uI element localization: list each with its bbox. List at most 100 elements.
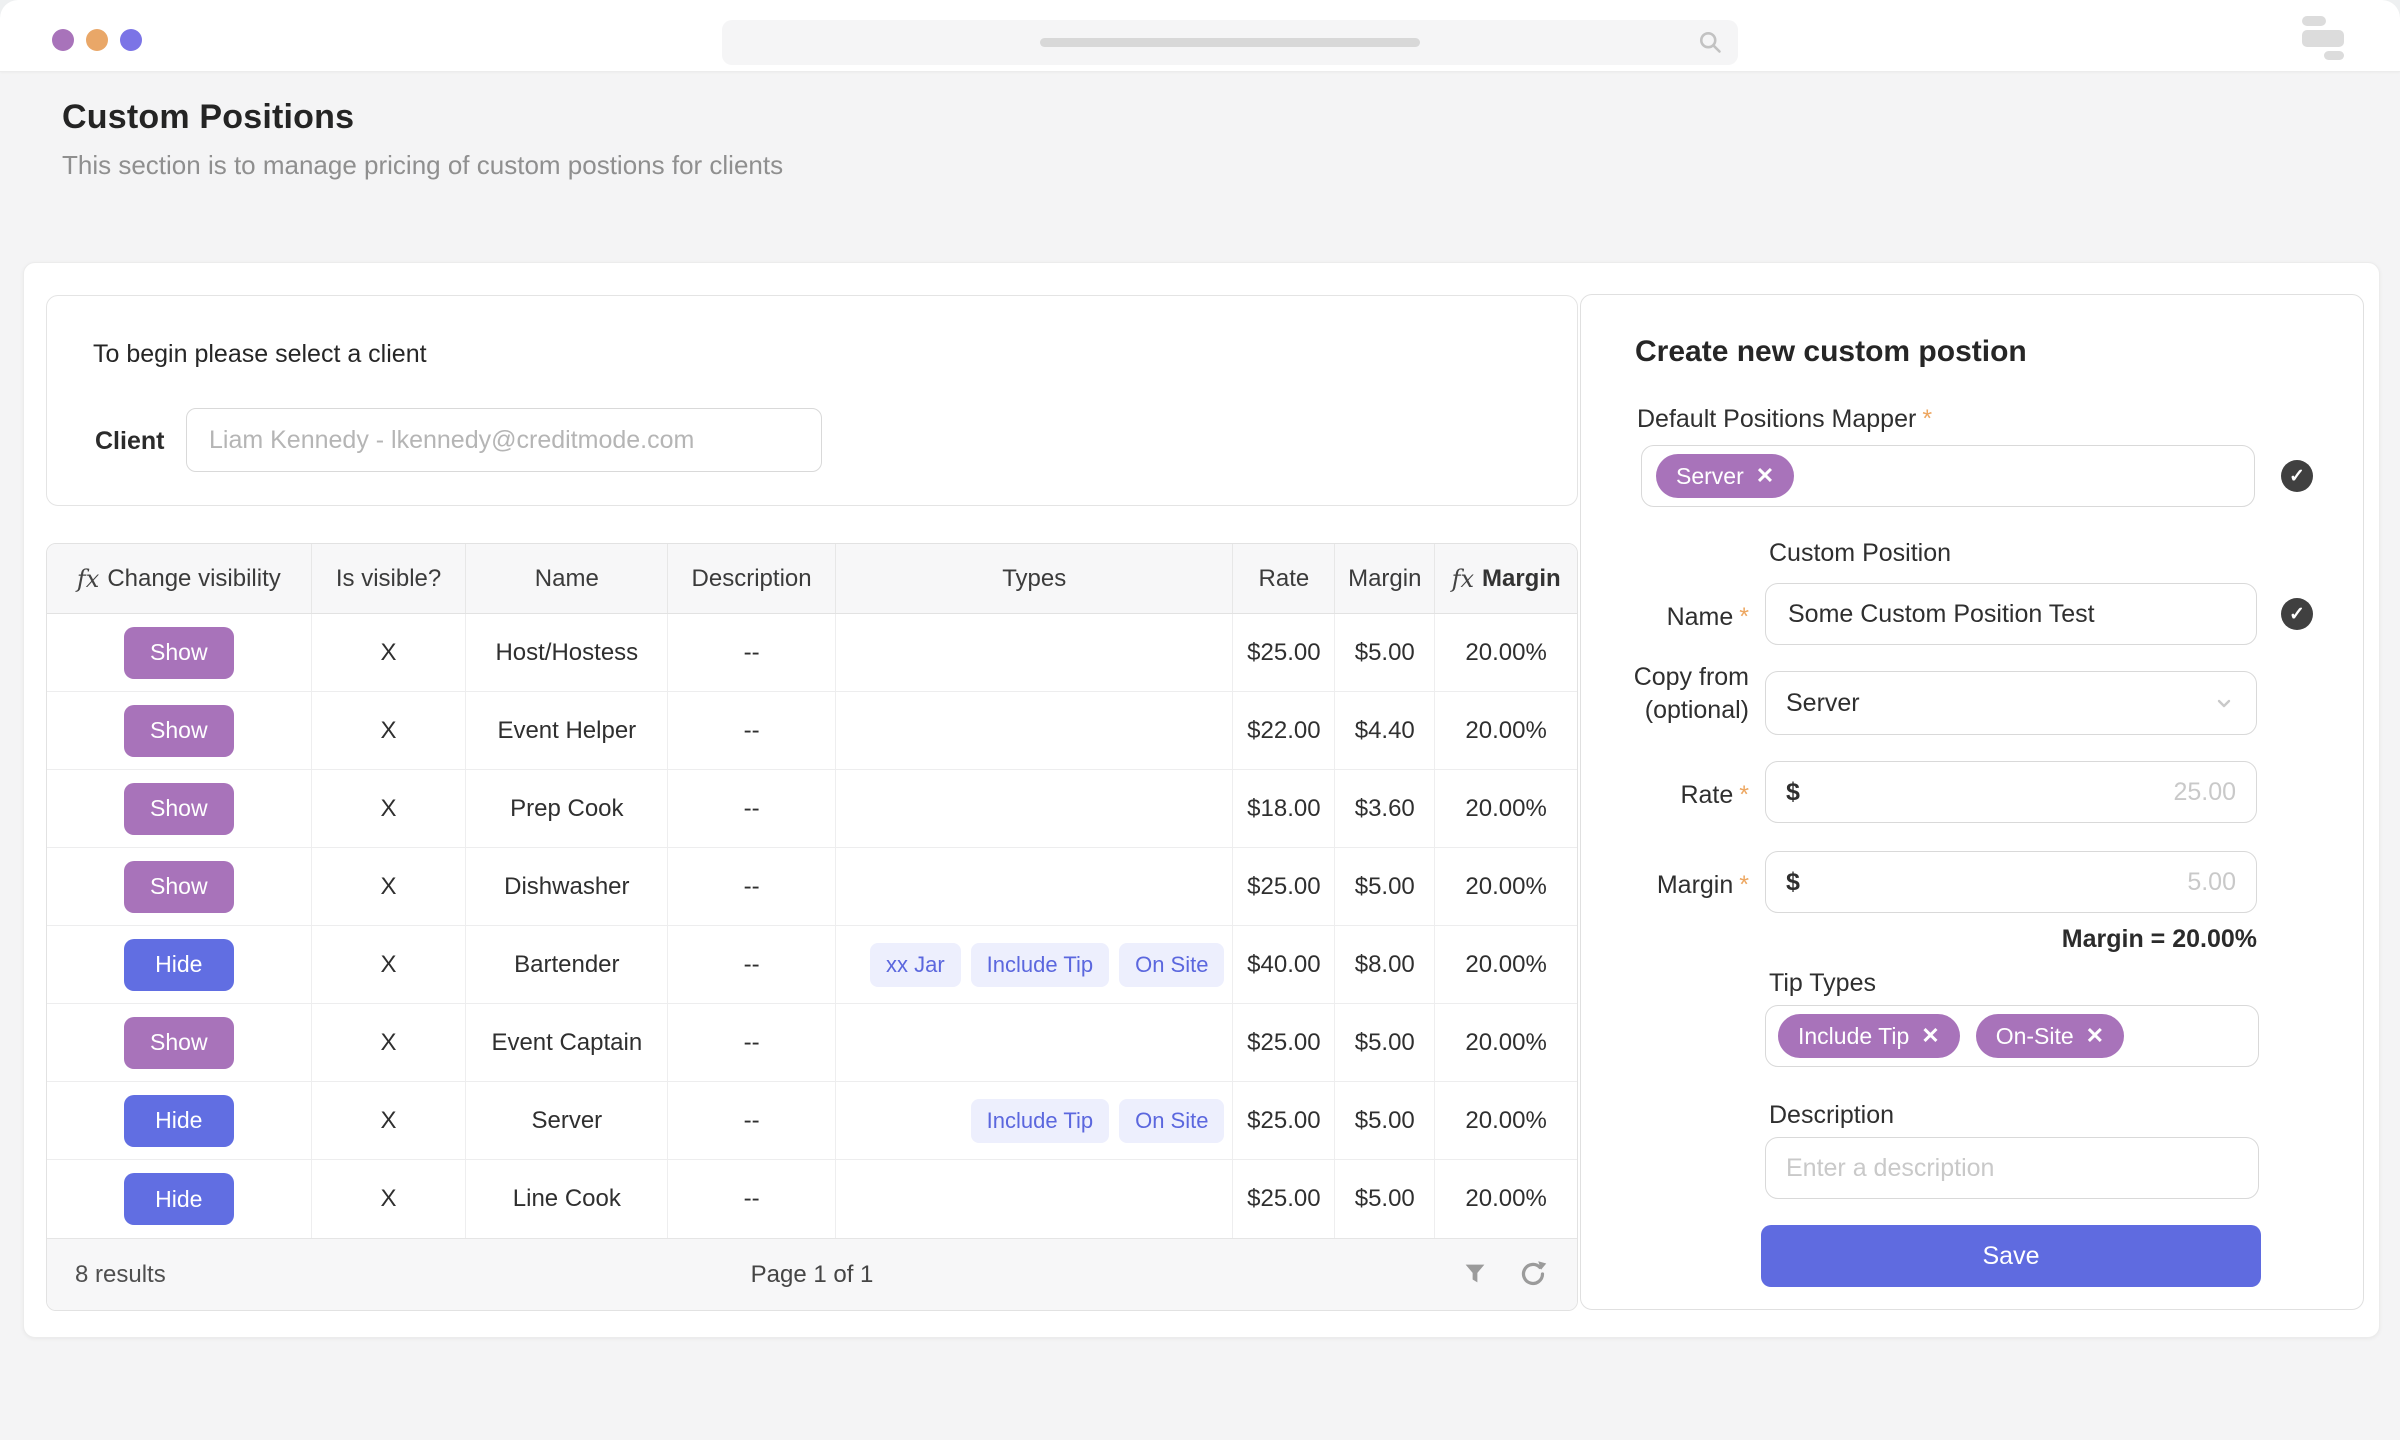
- currency-prefix: $: [1786, 868, 1800, 897]
- margin-summary: Margin = 20.00%: [1765, 925, 2257, 954]
- client-select-input[interactable]: [186, 408, 822, 472]
- types-cell: xx JarInclude TipOn Site: [836, 926, 1233, 1003]
- margin-field[interactable]: [1812, 868, 2236, 897]
- position-description: --: [668, 1160, 836, 1238]
- visibility-toggle-button[interactable]: Show: [124, 861, 234, 913]
- table-row: Hide X Line Cook -- $25.00 $5.00 20.00%: [47, 1160, 1577, 1238]
- visibility-toggle-button[interactable]: Show: [124, 783, 234, 835]
- visible-flag: X: [312, 848, 467, 925]
- valid-check-icon: ✓: [2281, 598, 2313, 630]
- page-title: Custom Positions: [62, 98, 783, 137]
- visibility-toggle-button[interactable]: Hide: [124, 1173, 234, 1225]
- main-card: To begin please select a client Client f…: [23, 262, 2380, 1338]
- name-field-shell: [1765, 583, 2257, 645]
- rate-value: $25.00: [1233, 848, 1335, 925]
- name-field[interactable]: [1788, 600, 2234, 629]
- valid-check-icon: ✓: [2281, 460, 2313, 492]
- window-dot-icon[interactable]: [52, 29, 74, 51]
- save-button[interactable]: Save: [1761, 1225, 2261, 1287]
- description-label: Description: [1769, 1101, 1894, 1130]
- window-dot-icon[interactable]: [120, 29, 142, 51]
- description-field[interactable]: [1786, 1154, 2238, 1183]
- tip-types-box[interactable]: Include Tip✕On-Site✕: [1765, 1005, 2259, 1067]
- pill-label: Include Tip: [1798, 1023, 1909, 1050]
- table-row: Show X Event Helper -- $22.00 $4.40 20.0…: [47, 692, 1577, 770]
- position-description: --: [668, 770, 836, 847]
- position-name: Bartender: [466, 926, 668, 1003]
- margin-value: $8.00: [1335, 926, 1435, 1003]
- margin-field-shell: $: [1765, 851, 2257, 913]
- visibility-toggle-button[interactable]: Hide: [124, 1095, 234, 1147]
- address-search-bar[interactable]: [722, 20, 1738, 65]
- refresh-button[interactable]: [1517, 1259, 1549, 1291]
- table-row: Show X Event Captain -- $25.00 $5.00 20.…: [47, 1004, 1577, 1082]
- position-name: Server: [466, 1082, 668, 1159]
- type-chip: Include Tip: [971, 943, 1109, 987]
- rate-field[interactable]: [1812, 778, 2236, 807]
- position-name: Host/Hostess: [466, 614, 668, 691]
- fx-margin-value: 20.00%: [1435, 926, 1577, 1003]
- remove-icon[interactable]: ✕: [2086, 1025, 2104, 1047]
- fx-margin-value: 20.00%: [1435, 692, 1577, 769]
- table-row: Show X Prep Cook -- $18.00 $3.60 20.00%: [47, 770, 1577, 848]
- margin-value: $5.00: [1335, 1004, 1435, 1081]
- visibility-toggle-button[interactable]: Show: [124, 627, 234, 679]
- margin-value: $3.60: [1335, 770, 1435, 847]
- selected-mapper-pill: Server ✕: [1656, 454, 1794, 498]
- client-panel: To begin please select a client Client: [46, 295, 1578, 506]
- tip-types-label: Tip Types: [1769, 969, 1876, 998]
- required-asterisk: *: [1739, 871, 1749, 899]
- copy-from-select[interactable]: Server: [1765, 671, 2257, 735]
- table-row: Show X Host/Hostess -- $25.00 $5.00 20.0…: [47, 614, 1577, 692]
- header-is-visible: Is visible?: [312, 544, 467, 613]
- select-value: Server: [1786, 689, 1860, 718]
- fx-margin-value: 20.00%: [1435, 614, 1577, 691]
- remove-icon[interactable]: ✕: [1756, 465, 1774, 487]
- copy-from-label: Copy from (optional): [1581, 661, 1749, 727]
- header-fx-margin: fxMargin: [1435, 544, 1577, 613]
- chevron-down-icon: [2212, 691, 2236, 715]
- types-cell: [836, 770, 1233, 847]
- types-cell: [836, 692, 1233, 769]
- mapper-input[interactable]: Server ✕: [1641, 445, 2255, 507]
- remove-icon[interactable]: ✕: [1921, 1025, 1939, 1047]
- visibility-toggle-button[interactable]: Show: [124, 705, 234, 757]
- browser-topbar: [0, 0, 2400, 72]
- tip-type-pill: On-Site✕: [1976, 1014, 2124, 1058]
- tip-type-pill: Include Tip ✕: [1778, 1014, 1960, 1058]
- bar: [2324, 51, 2344, 60]
- rate-label: Rate*: [1581, 781, 1749, 810]
- panel-title: Create new custom postion: [1635, 335, 2027, 369]
- margin-value: $5.00: [1335, 614, 1435, 691]
- visibility-toggle-button[interactable]: Hide: [124, 939, 234, 991]
- required-asterisk: *: [1739, 781, 1749, 809]
- position-description: --: [668, 692, 836, 769]
- visible-flag: X: [312, 770, 467, 847]
- rate-value: $40.00: [1233, 926, 1335, 1003]
- url-placeholder-line: [1040, 38, 1420, 47]
- position-name: Line Cook: [466, 1160, 668, 1238]
- table-header: fxChange visibility Is visible? Name Des…: [47, 544, 1577, 614]
- funnel-icon: [1460, 1259, 1490, 1289]
- margin-value: $5.00: [1335, 1160, 1435, 1238]
- visibility-toggle-button[interactable]: Show: [124, 1017, 234, 1069]
- header-name: Name: [466, 544, 668, 613]
- types-cell: [836, 614, 1233, 691]
- types-cell: [836, 1160, 1233, 1238]
- visible-flag: X: [312, 614, 467, 691]
- bar: [2302, 30, 2344, 47]
- fx-icon: fx: [77, 565, 99, 593]
- stacked-bars-icon[interactable]: [2302, 16, 2344, 60]
- position-description: --: [668, 614, 836, 691]
- results-count: 8 results: [75, 1261, 166, 1289]
- page-indicator: Page 1 of 1: [751, 1261, 874, 1289]
- window-controls[interactable]: [52, 29, 142, 51]
- position-description: --: [668, 926, 836, 1003]
- window-dot-icon[interactable]: [86, 29, 108, 51]
- position-description: --: [668, 1004, 836, 1081]
- page-subtitle: This section is to manage pricing of cus…: [62, 150, 783, 181]
- position-name: Event Captain: [466, 1004, 668, 1081]
- filter-button[interactable]: [1459, 1259, 1491, 1291]
- table-row: Hide X Bartender -- xx JarInclude TipOn …: [47, 926, 1577, 1004]
- position-description: --: [668, 1082, 836, 1159]
